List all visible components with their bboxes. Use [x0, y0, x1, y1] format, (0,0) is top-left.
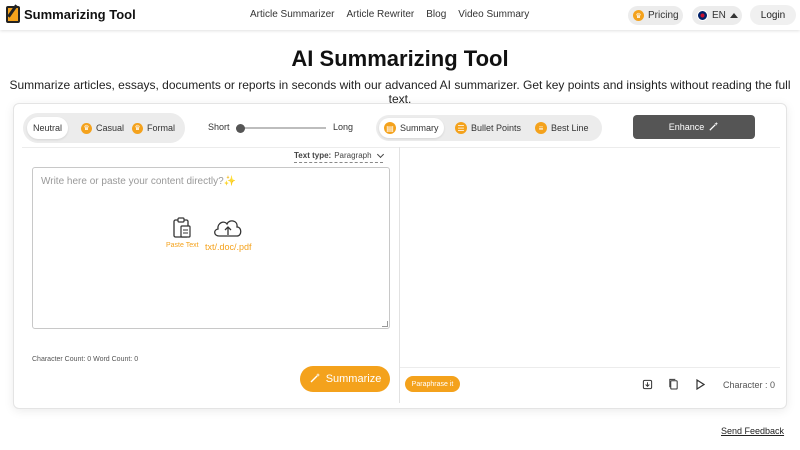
- paraphrase-button[interactable]: Paraphrase it: [405, 376, 460, 392]
- summary-icon: ▤: [384, 122, 396, 134]
- crown-icon: ♛: [132, 122, 143, 134]
- toolbar-divider: [22, 147, 780, 148]
- play-icon[interactable]: [693, 377, 707, 391]
- summarizer-card: Neutral ♛ Casual ♛ Formal Short Long ▤ S…: [13, 103, 787, 409]
- main-nav: Article Summarizer Article Rewriter Blog…: [250, 9, 529, 20]
- tone-mode-group: Neutral ♛ Casual ♛ Formal: [23, 113, 185, 143]
- format-bullet-points-label: Bullet Points: [471, 123, 522, 133]
- magic-wand-icon: [708, 121, 719, 134]
- cloud-upload-icon: [214, 220, 242, 237]
- nav-video-summary[interactable]: Video Summary: [458, 9, 529, 20]
- text-type-dropdown[interactable]: Text type: Paragraph: [294, 150, 384, 163]
- uk-flag-icon: [697, 10, 708, 21]
- crown-icon: ♛: [81, 122, 92, 134]
- resize-handle[interactable]: [382, 321, 388, 327]
- mode-casual[interactable]: ♛ Casual: [75, 117, 130, 139]
- pencil-note-icon: [6, 6, 20, 23]
- summarize-label: Summarize: [325, 373, 382, 385]
- download-icon[interactable]: [640, 377, 654, 391]
- login-button[interactable]: Login: [750, 5, 796, 25]
- paste-text-button[interactable]: Paste Text: [166, 216, 199, 249]
- mode-casual-label: Casual: [96, 123, 125, 133]
- page-subtitle: Summarize articles, essays, documents or…: [9, 78, 791, 106]
- length-long-label: Long: [333, 122, 354, 132]
- mode-formal-label: Formal: [147, 123, 176, 133]
- language-label: EN: [712, 10, 726, 21]
- output-char-count: Character : 0: [723, 380, 776, 390]
- enhance-button[interactable]: Enhance: [633, 115, 755, 139]
- caret-up-icon: [729, 13, 738, 18]
- pricing-button[interactable]: ♛ Pricing: [628, 6, 683, 25]
- output-format-group: ▤ Summary ☰ Bullet Points ≡ Best Line: [376, 115, 602, 141]
- page-title: AI Summarizing Tool: [291, 46, 509, 71]
- nav-blog[interactable]: Blog: [426, 9, 446, 20]
- pane-divider: [399, 147, 400, 403]
- list-icon: ☰: [455, 122, 467, 134]
- pricing-label: Pricing: [648, 10, 679, 21]
- mode-neutral[interactable]: Neutral: [27, 117, 69, 139]
- input-char-word-count: Character Count: 0 Word Count: 0: [32, 356, 139, 363]
- mode-neutral-label: Neutral: [33, 123, 63, 133]
- format-summary[interactable]: ▤ Summary: [379, 118, 444, 138]
- output-footer-divider: [400, 367, 780, 368]
- length-short-label: Short: [208, 122, 230, 132]
- length-slider-thumb[interactable]: [236, 124, 245, 133]
- top-header: Summarizing Tool Article Summarizer Arti…: [0, 0, 800, 30]
- best-line-icon: ≡: [535, 122, 547, 134]
- brand-logo[interactable]: Summarizing Tool: [6, 6, 136, 23]
- crown-icon: ♛: [633, 10, 644, 21]
- send-feedback-link[interactable]: Send Feedback: [721, 426, 784, 436]
- clipboard-icon: [173, 217, 191, 238]
- nav-article-summarizer[interactable]: Article Summarizer: [250, 9, 334, 20]
- input-text-area[interactable]: Write here or paste your content directl…: [32, 167, 390, 329]
- mode-formal[interactable]: ♛ Formal: [126, 117, 181, 139]
- format-summary-label: Summary: [400, 123, 439, 133]
- nav-article-rewriter[interactable]: Article Rewriter: [346, 9, 414, 20]
- language-selector[interactable]: EN: [692, 6, 742, 25]
- summarize-button[interactable]: Summarize: [300, 366, 390, 392]
- copy-icon[interactable]: [666, 377, 680, 391]
- paste-text-label: Paste Text: [166, 242, 199, 249]
- upload-file-button[interactable]: txt/.doc/.pdf: [205, 216, 252, 252]
- enhance-label: Enhance: [668, 122, 705, 132]
- input-placeholder: Write here or paste your content directl…: [41, 176, 237, 187]
- text-type-label: Text type:: [294, 151, 332, 160]
- chevron-down-icon: [376, 150, 384, 158]
- length-slider-track[interactable]: [236, 127, 326, 129]
- format-best-line[interactable]: ≡ Best Line: [530, 118, 594, 138]
- upload-file-label: txt/.doc/.pdf: [205, 242, 252, 252]
- brand-name: Summarizing Tool: [24, 7, 136, 22]
- format-best-line-label: Best Line: [551, 123, 589, 133]
- magic-wand-icon: [309, 372, 321, 387]
- format-bullet-points[interactable]: ☰ Bullet Points: [450, 118, 526, 138]
- text-type-value: Paragraph: [334, 151, 372, 160]
